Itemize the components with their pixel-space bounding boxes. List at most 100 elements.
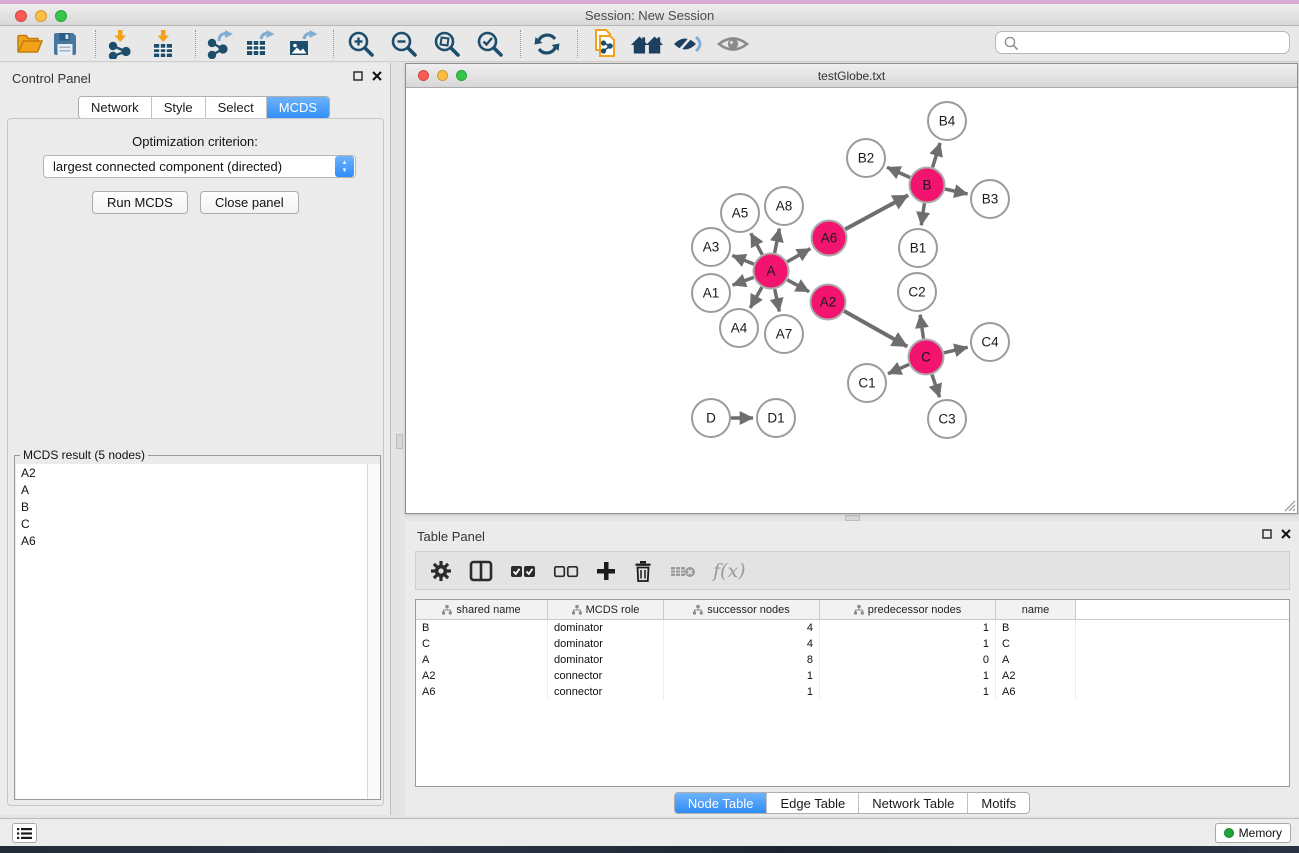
table-cell[interactable]: A6 bbox=[416, 684, 548, 700]
home-view-button[interactable] bbox=[630, 29, 664, 59]
zoom-selected-button[interactable] bbox=[473, 29, 507, 59]
node-D1[interactable]: D1 bbox=[757, 399, 795, 437]
node-A6[interactable]: A6 bbox=[812, 221, 847, 256]
node-B3[interactable]: B3 bbox=[971, 180, 1009, 218]
tab-network[interactable]: Network bbox=[79, 97, 152, 119]
edge-A-A8[interactable] bbox=[775, 229, 780, 253]
node-A4[interactable]: A4 bbox=[720, 309, 758, 347]
network-window-titlebar[interactable]: testGlobe.txt bbox=[406, 64, 1297, 88]
show-columns-button[interactable] bbox=[469, 560, 493, 582]
add-column-button[interactable] bbox=[596, 561, 616, 581]
run-mcds-button[interactable]: Run MCDS bbox=[92, 191, 188, 214]
node-B1[interactable]: B1 bbox=[899, 229, 937, 267]
edge-C-C3[interactable] bbox=[932, 375, 940, 398]
close-table-panel-icon[interactable] bbox=[1281, 529, 1291, 539]
edge-A2-C[interactable] bbox=[844, 311, 907, 346]
tab-motifs[interactable]: Motifs bbox=[968, 793, 1029, 813]
vertical-splitter-handle[interactable] bbox=[396, 434, 403, 449]
table-cell[interactable]: 1 bbox=[664, 684, 820, 700]
table-cell[interactable]: A2 bbox=[996, 668, 1076, 684]
edge-B-B2[interactable] bbox=[887, 167, 910, 177]
open-session-button[interactable] bbox=[13, 29, 47, 59]
node-A8[interactable]: A8 bbox=[765, 187, 803, 225]
delete-button[interactable] bbox=[633, 560, 653, 582]
refresh-button[interactable] bbox=[530, 29, 564, 59]
table-cell[interactable]: 1 bbox=[820, 636, 996, 652]
table-cell[interactable]: connector bbox=[548, 668, 664, 684]
node-D[interactable]: D bbox=[692, 399, 730, 437]
node-A3[interactable]: A3 bbox=[692, 228, 730, 266]
tab-network-table[interactable]: Network Table bbox=[859, 793, 968, 813]
network-canvas[interactable]: B4B2BB3B1C2A5A8A6A3AA1A2A4A7CC4C1C3DD1 bbox=[406, 89, 1297, 513]
zoom-in-button[interactable] bbox=[344, 29, 378, 59]
task-history-button[interactable] bbox=[12, 823, 37, 843]
result-item[interactable]: C bbox=[16, 515, 380, 532]
table-cell[interactable]: C bbox=[416, 636, 548, 652]
node-A[interactable]: A bbox=[754, 254, 789, 289]
column-header-successor-nodes[interactable]: successor nodes bbox=[664, 600, 820, 619]
import-table-button[interactable] bbox=[146, 29, 180, 59]
table-cell[interactable]: B bbox=[416, 620, 548, 636]
table-cell[interactable]: A2 bbox=[416, 668, 548, 684]
node-B4[interactable]: B4 bbox=[928, 102, 966, 140]
table-cell[interactable]: dominator bbox=[548, 636, 664, 652]
table-cell[interactable]: 8 bbox=[664, 652, 820, 668]
edge-A6-B[interactable] bbox=[845, 195, 908, 229]
table-cell[interactable]: 1 bbox=[664, 668, 820, 684]
table-cell[interactable]: 0 bbox=[820, 652, 996, 668]
edge-A-A6[interactable] bbox=[787, 249, 810, 262]
table-cell[interactable]: connector bbox=[548, 684, 664, 700]
column-header-shared-name[interactable]: shared name bbox=[416, 600, 548, 619]
table-cell[interactable]: dominator bbox=[548, 620, 664, 636]
table-cell[interactable]: dominator bbox=[548, 652, 664, 668]
table-cell[interactable]: 4 bbox=[664, 620, 820, 636]
clone-network-button[interactable] bbox=[588, 29, 622, 59]
result-item[interactable]: A bbox=[16, 481, 380, 498]
optimization-criterion-dropdown[interactable]: largest connected component (directed) ▴… bbox=[43, 155, 356, 178]
result-item[interactable]: A6 bbox=[16, 532, 380, 549]
edge-B-B3[interactable] bbox=[945, 189, 967, 194]
node-table[interactable]: shared nameMCDS rolesuccessor nodesprede… bbox=[415, 599, 1290, 787]
table-cell[interactable]: B bbox=[996, 620, 1076, 636]
edge-A-A2[interactable] bbox=[787, 280, 809, 292]
node-B[interactable]: B bbox=[910, 168, 945, 203]
tab-mcds[interactable]: MCDS bbox=[267, 97, 329, 119]
node-C3[interactable]: C3 bbox=[928, 400, 966, 438]
edge-A-A1[interactable] bbox=[733, 277, 754, 285]
table-cell[interactable]: 1 bbox=[820, 620, 996, 636]
table-cell[interactable]: 1 bbox=[820, 668, 996, 684]
edge-B-B1[interactable] bbox=[921, 203, 924, 225]
node-A2[interactable]: A2 bbox=[811, 285, 846, 320]
edge-A-A3[interactable] bbox=[732, 256, 753, 265]
float-panel-icon[interactable] bbox=[353, 71, 363, 81]
mcds-result-list[interactable]: A2ABCA6 bbox=[16, 464, 380, 799]
node-C1[interactable]: C1 bbox=[848, 364, 886, 402]
hide-graphics-button[interactable] bbox=[672, 29, 706, 59]
import-network-button[interactable] bbox=[103, 29, 137, 59]
select-all-button[interactable] bbox=[510, 564, 536, 578]
table-row[interactable]: A6connector11A6 bbox=[416, 684, 1289, 700]
export-table-button[interactable] bbox=[243, 29, 277, 59]
deselect-all-button[interactable] bbox=[553, 564, 579, 578]
node-A5[interactable]: A5 bbox=[721, 194, 759, 232]
zoom-out-button[interactable] bbox=[387, 29, 421, 59]
tab-style[interactable]: Style bbox=[152, 97, 206, 119]
node-C2[interactable]: C2 bbox=[898, 273, 936, 311]
column-header-predecessor-nodes[interactable]: predecessor nodes bbox=[820, 600, 996, 619]
edge-B-B4[interactable] bbox=[933, 143, 941, 167]
table-cell[interactable]: A bbox=[996, 652, 1076, 668]
column-header-MCDS-role[interactable]: MCDS role bbox=[548, 600, 664, 619]
node-A7[interactable]: A7 bbox=[765, 315, 803, 353]
delete-table-button[interactable] bbox=[670, 563, 696, 579]
table-row[interactable]: Bdominator41B bbox=[416, 620, 1289, 636]
function-builder-button[interactable]: f(x) bbox=[713, 560, 746, 582]
result-item[interactable]: B bbox=[16, 498, 380, 515]
table-settings-button[interactable] bbox=[430, 560, 452, 582]
result-scrollbar[interactable] bbox=[367, 464, 380, 799]
column-header-name[interactable]: name bbox=[996, 600, 1076, 619]
tab-node-table[interactable]: Node Table bbox=[675, 793, 768, 813]
table-row[interactable]: Cdominator41C bbox=[416, 636, 1289, 652]
table-cell[interactable]: C bbox=[996, 636, 1076, 652]
node-A1[interactable]: A1 bbox=[692, 274, 730, 312]
edge-A-A5[interactable] bbox=[751, 233, 762, 254]
